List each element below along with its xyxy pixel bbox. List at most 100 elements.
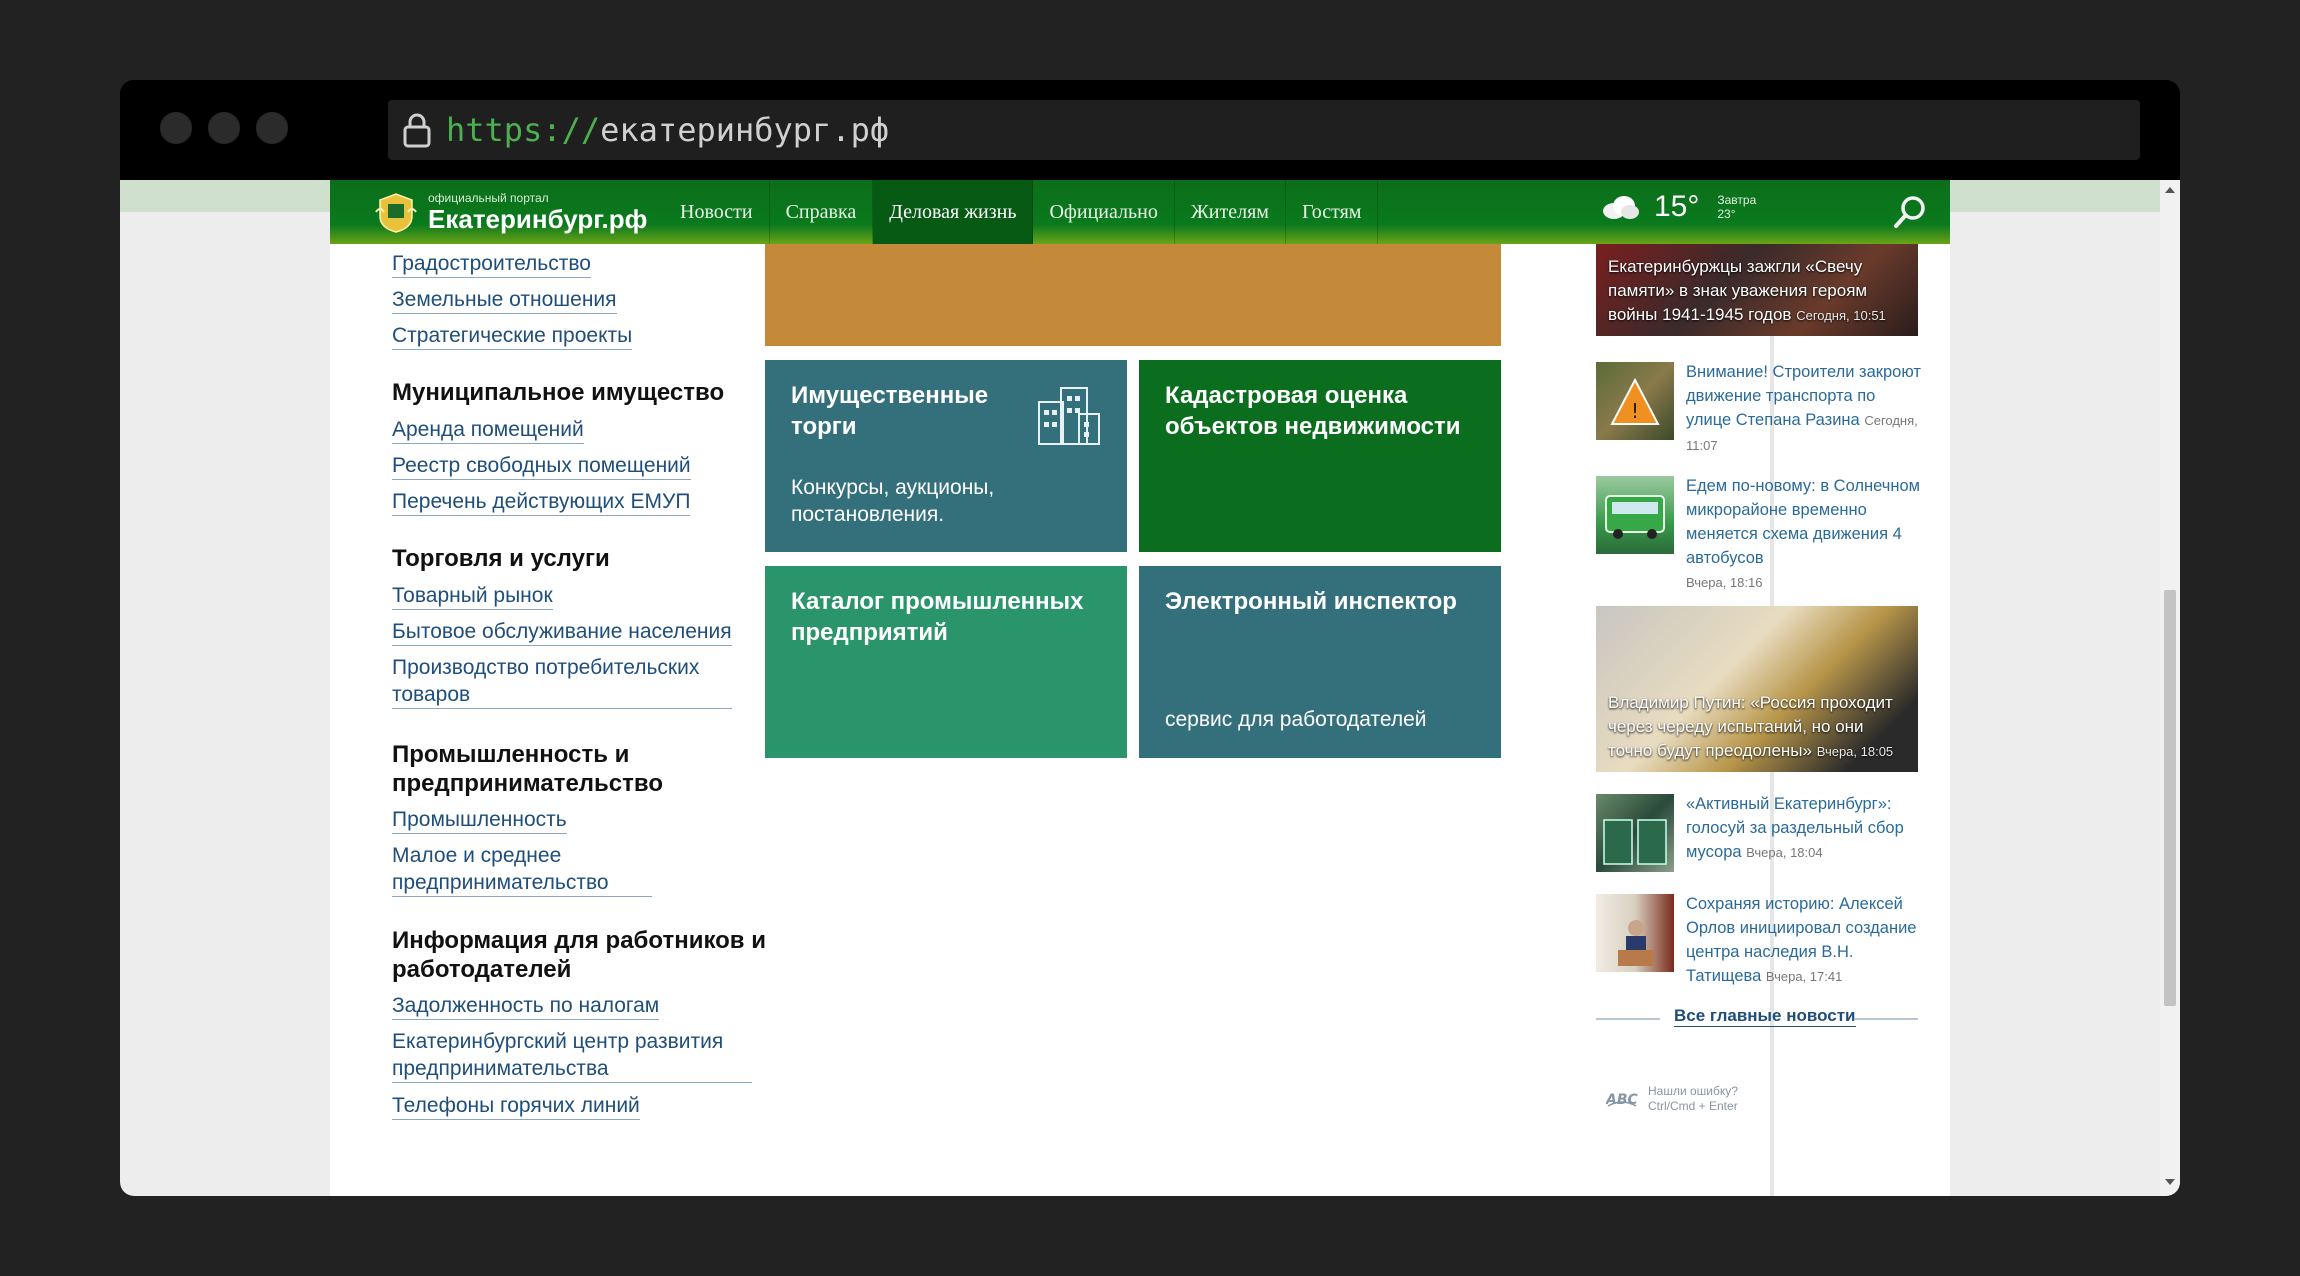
news-time: Вчера, 17:41 xyxy=(1765,969,1843,984)
portal-tagline: официальный портал xyxy=(428,191,549,205)
news-item-big[interactable]: Владимир Путин: «Россия проходит через ч… xyxy=(1596,606,1918,772)
tile-property-auctions-subtitle: Конкурсы, аукционы, постановления. xyxy=(791,476,995,526)
site-navbar: официальный портал Екатеринбург.рф Новос… xyxy=(330,180,1950,244)
roadwork-sign-icon: ! xyxy=(1610,377,1660,425)
city-emblem-icon xyxy=(375,193,417,233)
sidebar-link-hotlines[interactable]: Телефоны горячих линий xyxy=(392,1092,640,1120)
tile-property-auctions-title: Имущественные торги xyxy=(791,382,989,440)
sidebar-link-urban-planning[interactable]: Градостроительство xyxy=(392,250,591,278)
divider-line xyxy=(1596,1018,1660,1020)
weather-tomorrow-temp: 23° xyxy=(1717,207,1736,221)
lock-icon xyxy=(403,113,431,148)
cloud-icon xyxy=(1603,196,1639,219)
sidebar-link-household-services[interactable]: Бытовое обслуживание населения xyxy=(392,618,732,646)
nav-item-reference[interactable]: Справка xyxy=(770,180,874,244)
sidebar-link-free-premises[interactable]: Реестр свободных помещений xyxy=(392,452,691,480)
weather-tomorrow: Завтра 23° xyxy=(1717,193,1756,221)
report-typo-hint: ABC Нашли ошибку? Ctrl/Cmd + Enter xyxy=(1606,1084,1738,1114)
typo-line1: Нашли ошибку? xyxy=(1648,1084,1738,1098)
all-news-link[interactable]: Все главные новости xyxy=(1674,1006,1856,1027)
browser-titlebar: https:// екатеринбург.рф xyxy=(120,80,2180,180)
sidebar-link-goods-market[interactable]: Товарный рынок xyxy=(392,582,553,610)
bus-icon xyxy=(1605,495,1665,539)
weather-tomorrow-label: Завтра xyxy=(1717,193,1757,207)
news-item-big-text: Владимир Путин: «Россия проходит через ч… xyxy=(1608,691,1908,764)
tile-electronic-inspector-title: Электронный инспектор xyxy=(1165,588,1457,615)
news-thumbnail xyxy=(1596,894,1674,972)
page-viewport: официальный портал Екатеринбург.рф Новос… xyxy=(120,180,2180,1196)
news-text: Внимание! Строители закроют движение тра… xyxy=(1686,360,1922,458)
nav-item-residents[interactable]: Жителям xyxy=(1175,180,1286,244)
typo-line2: Ctrl/Cmd + Enter xyxy=(1648,1099,1738,1113)
weather-temp: 15° xyxy=(1654,190,1700,223)
tile-property-auctions[interactable]: Имущественные торги Конкурсы, аукционы, … xyxy=(765,360,1127,552)
news-text: Едем по-новому: в Солнечном микрорайоне … xyxy=(1686,474,1922,595)
news-time: Вчера, 18:04 xyxy=(1746,845,1823,860)
sidebar-link-consumer-goods[interactable]: Производство потребительских товаров xyxy=(392,654,732,709)
news-time: Вчера, 18:05 xyxy=(1816,744,1894,759)
news-thumbnail: ! xyxy=(1596,362,1674,440)
logo-text: официальный портал Екатеринбург.рф xyxy=(428,191,647,233)
tile-industrial-catalog-title: Каталог промышленных предприятий xyxy=(791,588,1084,646)
url-scheme: https:// xyxy=(446,111,601,149)
divider-line xyxy=(1854,1018,1918,1020)
all-news-row: Все главные новости xyxy=(1596,1006,1918,1032)
sidebar-link-business-center[interactable]: Екатеринбургский центр развития предприн… xyxy=(392,1028,752,1083)
sidebar-link-emup-list[interactable]: Перечень действующих ЕМУП xyxy=(392,488,691,516)
person-icon xyxy=(1618,920,1654,966)
sidebar-link-tax-debt[interactable]: Задолженность по налогам xyxy=(392,992,660,1020)
news-text: Сохраняя историю: Алексей Орлов иницииро… xyxy=(1686,892,1922,989)
svg-text:!: ! xyxy=(1631,399,1639,423)
nav-item-guests[interactable]: Гостям xyxy=(1286,180,1379,244)
news-thumbnail xyxy=(1596,794,1674,872)
portal-name: Екатеринбург.рф xyxy=(428,204,648,234)
address-bar[interactable]: https:// екатеринбург.рф xyxy=(388,100,2140,160)
recycle-bin-icon xyxy=(1603,819,1667,865)
sidebar-link-strategic-projects[interactable]: Стратегические проекты xyxy=(392,322,633,350)
news-text: «Активный Екатеринбург»: голосуй за разд… xyxy=(1686,792,1922,865)
typo-text: Нашли ошибку? Ctrl/Cmd + Enter xyxy=(1648,1084,1738,1114)
sidebar-heading-municipal-property: Муниципальное имущество xyxy=(392,379,725,406)
weather-widget[interactable]: 15° Завтра 23° xyxy=(1600,190,1756,224)
news-item-big[interactable]: Екатеринбуржцы зажгли «Свечу памяти» в з… xyxy=(1596,244,1918,336)
news-thumbnail xyxy=(1596,476,1674,554)
news-time: Вчера, 18:16 xyxy=(1686,575,1763,590)
nav-item-official[interactable]: Официально xyxy=(1033,180,1175,244)
tile-electronic-inspector-subtitle: сервис для работодателей xyxy=(1165,708,1427,731)
tile-industrial-catalog[interactable]: Каталог промышленных предприятий xyxy=(765,566,1127,758)
sidebar-link-premises-rent[interactable]: Аренда помещений xyxy=(392,416,584,444)
building-icon xyxy=(1038,387,1100,445)
promo-banner[interactable] xyxy=(765,244,1501,346)
sidebar-link-land-relations[interactable]: Земельные отношения xyxy=(392,286,617,314)
nav-item-business[interactable]: Деловая жизнь xyxy=(873,180,1034,244)
search-icon[interactable] xyxy=(1892,194,1928,230)
news-item[interactable]: ! Внимание! Строители закроют движение т… xyxy=(1596,360,1921,456)
typo-icon: ABC xyxy=(1606,1092,1638,1108)
window-maximize-button[interactable] xyxy=(256,112,288,144)
svg-text:ABC: ABC xyxy=(1606,1092,1638,1108)
browser-window: https:// екатеринбург.рф официальный пор… xyxy=(120,80,2180,1196)
tile-cadastral-valuation[interactable]: Кадастровая оценка объектов недвижимости xyxy=(1139,360,1501,552)
news-item-big-text: Екатеринбуржцы зажгли «Свечу памяти» в з… xyxy=(1608,255,1908,328)
news-headline: Едем по-новому: в Солнечном микрорайоне … xyxy=(1686,477,1921,567)
tile-cadastral-valuation-title: Кадастровая оценка объектов недвижимости xyxy=(1165,382,1461,440)
news-item[interactable]: «Активный Екатеринбург»: голосуй за разд… xyxy=(1596,792,1918,878)
window-minimize-button[interactable] xyxy=(208,112,240,144)
scroll-down-arrow-icon[interactable] xyxy=(2164,1176,2176,1188)
tile-electronic-inspector[interactable]: Электронный инспектор сервис для работод… xyxy=(1139,566,1501,758)
sidebar-heading-industry: Промышленность и предпринимательство xyxy=(392,741,663,797)
news-item[interactable]: Едем по-новому: в Солнечном микрорайоне … xyxy=(1596,474,1920,590)
sidebar-link-small-business[interactable]: Малое и среднее предпринимательство xyxy=(392,842,652,897)
url-host: екатеринбург.рф xyxy=(600,111,890,149)
scroll-up-arrow-icon[interactable] xyxy=(2164,184,2176,196)
sidebar-heading-workers-info: Информация для работников и работодателе… xyxy=(392,927,766,983)
sidebar-heading-trade: Торговля и услуги xyxy=(392,545,610,572)
page-scrollbar[interactable] xyxy=(2160,180,2180,1196)
sidebar-link-industry[interactable]: Промышленность xyxy=(392,806,567,834)
news-time: Сегодня, 10:51 xyxy=(1796,308,1886,323)
news-item[interactable]: Сохраняя историю: Алексей Орлов иницииро… xyxy=(1596,892,1918,992)
nav-item-news[interactable]: Новости xyxy=(664,180,770,244)
scrollbar-thumb[interactable] xyxy=(2164,590,2176,1006)
site-logo[interactable]: официальный портал Екатеринбург.рф xyxy=(374,190,664,234)
window-close-button[interactable] xyxy=(160,112,192,144)
